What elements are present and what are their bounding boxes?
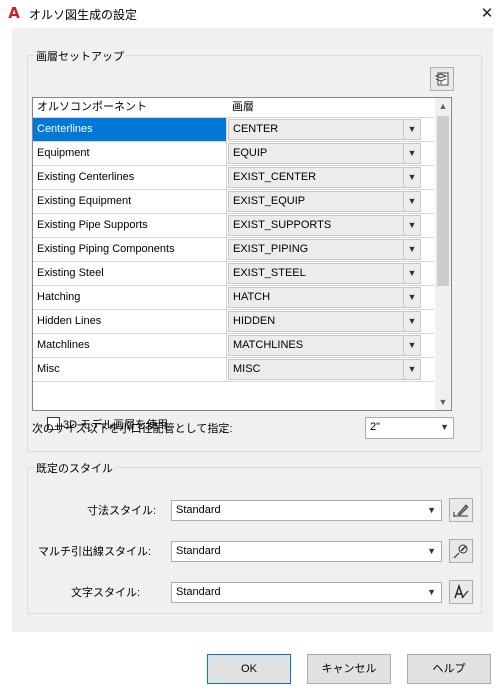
chevron-down-icon: ▼: [427, 505, 436, 515]
layer-value: EXIST_SUPPORTS: [233, 219, 332, 231]
scroll-down-icon[interactable]: ▼: [435, 394, 451, 410]
layer-dropdown[interactable]: MISC ▼: [228, 359, 421, 380]
component-cell[interactable]: Centerlines: [33, 118, 227, 141]
close-button[interactable]: ✕: [470, 0, 504, 28]
layer-value: MISC: [233, 363, 261, 375]
table-row[interactable]: Existing Equipment EXIST_EQUIP ▼: [33, 190, 434, 214]
vertical-scrollbar[interactable]: ▲ ▼: [435, 98, 451, 410]
chevron-down-icon: ▼: [403, 264, 420, 283]
component-cell[interactable]: Existing Equipment: [33, 190, 227, 213]
layer-properties-button[interactable]: [430, 67, 454, 91]
chevron-down-icon: ▼: [403, 288, 420, 307]
layer-dropdown[interactable]: HIDDEN ▼: [228, 311, 421, 332]
layer-dropdown[interactable]: HATCH ▼: [228, 287, 421, 308]
default-styles-group: 既定のスタイル 寸法スタイル: Standard ▼ マルチ引出線スタイル: S…: [27, 460, 482, 614]
layer-dropdown[interactable]: EXIST_SUPPORTS ▼: [228, 215, 421, 236]
chevron-down-icon: ▼: [403, 120, 420, 139]
layer-value: CENTER: [233, 123, 279, 135]
layer-value: HATCH: [233, 291, 271, 303]
component-cell[interactable]: Existing Pipe Supports: [33, 214, 227, 237]
dimension-style-value: Standard: [176, 504, 221, 516]
layer-dropdown[interactable]: EQUIP ▼: [228, 143, 421, 164]
chevron-down-icon: ▼: [403, 336, 420, 355]
layer-dropdown[interactable]: EXIST_STEEL ▼: [228, 263, 421, 284]
layer-dropdown[interactable]: EXIST_EQUIP ▼: [228, 191, 421, 212]
chevron-down-icon: ▼: [403, 216, 420, 235]
cancel-button[interactable]: キャンセル: [307, 654, 391, 684]
multileader-edit-icon: [453, 544, 468, 559]
dialog-body: 画層セットアップ オルソコンポーネント 画層 Centerlines CENTER…: [12, 28, 493, 632]
small-bore-value: 2": [370, 421, 381, 433]
multileader-style-label: マルチ引出線スタイル:: [38, 546, 152, 558]
layer-setup-group: 画層セットアップ オルソコンポーネント 画層 Centerlines CENTER…: [27, 48, 482, 452]
column-header-layer[interactable]: 画層: [228, 98, 434, 117]
chevron-down-icon: ▼: [427, 587, 436, 597]
component-cell[interactable]: Hatching: [33, 286, 227, 309]
multileader-style-button[interactable]: [449, 539, 473, 563]
chevron-down-icon: ▼: [403, 144, 420, 163]
default-styles-title: 既定のスタイル: [34, 460, 115, 476]
table-row[interactable]: Hatching HATCH ▼: [33, 286, 434, 310]
text-style-label: 文字スタイル:: [71, 587, 141, 599]
table-row[interactable]: Existing Steel EXIST_STEEL ▼: [33, 262, 434, 286]
layer-setup-title: 画層セットアップ: [34, 48, 126, 64]
component-cell[interactable]: Existing Steel: [33, 262, 227, 285]
table-row[interactable]: Hidden Lines HIDDEN ▼: [33, 310, 434, 334]
title-bar: A オルソ図生成の設定 ✕: [0, 0, 504, 28]
layer-value: MATCHLINES: [233, 339, 304, 351]
table-row[interactable]: Centerlines CENTER ▼: [33, 118, 434, 142]
component-cell[interactable]: Matchlines: [33, 334, 227, 357]
layer-dropdown[interactable]: EXIST_CENTER ▼: [228, 167, 421, 188]
table-row[interactable]: Matchlines MATCHLINES ▼: [33, 334, 434, 358]
chevron-down-icon: ▼: [403, 240, 420, 259]
multileader-style-dropdown[interactable]: Standard ▼: [171, 541, 442, 562]
chevron-down-icon: ▼: [403, 168, 420, 187]
component-cell[interactable]: Misc: [33, 358, 227, 381]
scroll-thumb[interactable]: [437, 116, 449, 286]
layer-stack-icon: [434, 72, 449, 86]
chevron-down-icon: ▼: [403, 312, 420, 331]
chevron-down-icon: ▼: [403, 360, 420, 379]
ok-button[interactable]: OK: [207, 654, 291, 684]
component-cell[interactable]: Equipment: [33, 142, 227, 165]
layer-value: EXIST_EQUIP: [233, 195, 306, 207]
component-cell[interactable]: Existing Centerlines: [33, 166, 227, 189]
table-row[interactable]: Existing Centerlines EXIST_CENTER ▼: [33, 166, 434, 190]
text-style-dropdown[interactable]: Standard ▼: [171, 582, 442, 603]
layer-value: HIDDEN: [233, 315, 276, 327]
chevron-down-icon: ▼: [427, 546, 436, 556]
chevron-down-icon: ▼: [440, 422, 449, 432]
text-style-icon: [454, 584, 469, 599]
text-style-button[interactable]: [449, 580, 473, 604]
layer-value: EXIST_STEEL: [233, 267, 306, 279]
column-header-component[interactable]: オルソコンポーネント: [33, 98, 227, 117]
table-row[interactable]: Equipment EQUIP ▼: [33, 142, 434, 166]
layer-grid[interactable]: オルソコンポーネント 画層 Centerlines CENTER ▼ Equipmen…: [32, 97, 452, 411]
table-row[interactable]: Misc MISC ▼: [33, 358, 434, 382]
layer-dropdown[interactable]: CENTER ▼: [228, 119, 421, 140]
help-button[interactable]: ヘルプ: [407, 654, 491, 684]
text-style-value: Standard: [176, 586, 221, 598]
layer-value: EXIST_PIPING: [233, 243, 309, 255]
layer-value: EQUIP: [233, 147, 268, 159]
component-cell[interactable]: Hidden Lines: [33, 310, 227, 333]
layer-value: EXIST_CENTER: [233, 171, 317, 183]
small-bore-dropdown[interactable]: 2" ▼: [365, 417, 454, 439]
dimension-style-button[interactable]: [449, 498, 473, 522]
multileader-style-value: Standard: [176, 545, 221, 557]
autocad-logo-icon: A: [8, 4, 20, 22]
dimension-style-label: 寸法スタイル:: [87, 505, 157, 517]
component-cell[interactable]: Existing Piping Components: [33, 238, 227, 261]
table-row[interactable]: Existing Piping Components EXIST_PIPING ▼: [33, 238, 434, 262]
dimension-style-dropdown[interactable]: Standard ▼: [171, 500, 442, 521]
chevron-down-icon: ▼: [403, 192, 420, 211]
window-title: オルソ図生成の設定: [29, 8, 138, 22]
scroll-up-icon[interactable]: ▲: [435, 98, 451, 114]
small-bore-label: 次のサイズ以下を小口径配管として指定:: [32, 423, 233, 435]
dimension-edit-icon: [453, 504, 469, 517]
layer-dropdown[interactable]: EXIST_PIPING ▼: [228, 239, 421, 260]
grid-header: オルソコンポーネント 画層: [33, 98, 434, 118]
table-row[interactable]: Existing Pipe Supports EXIST_SUPPORTS ▼: [33, 214, 434, 238]
layer-dropdown[interactable]: MATCHLINES ▼: [228, 335, 421, 356]
